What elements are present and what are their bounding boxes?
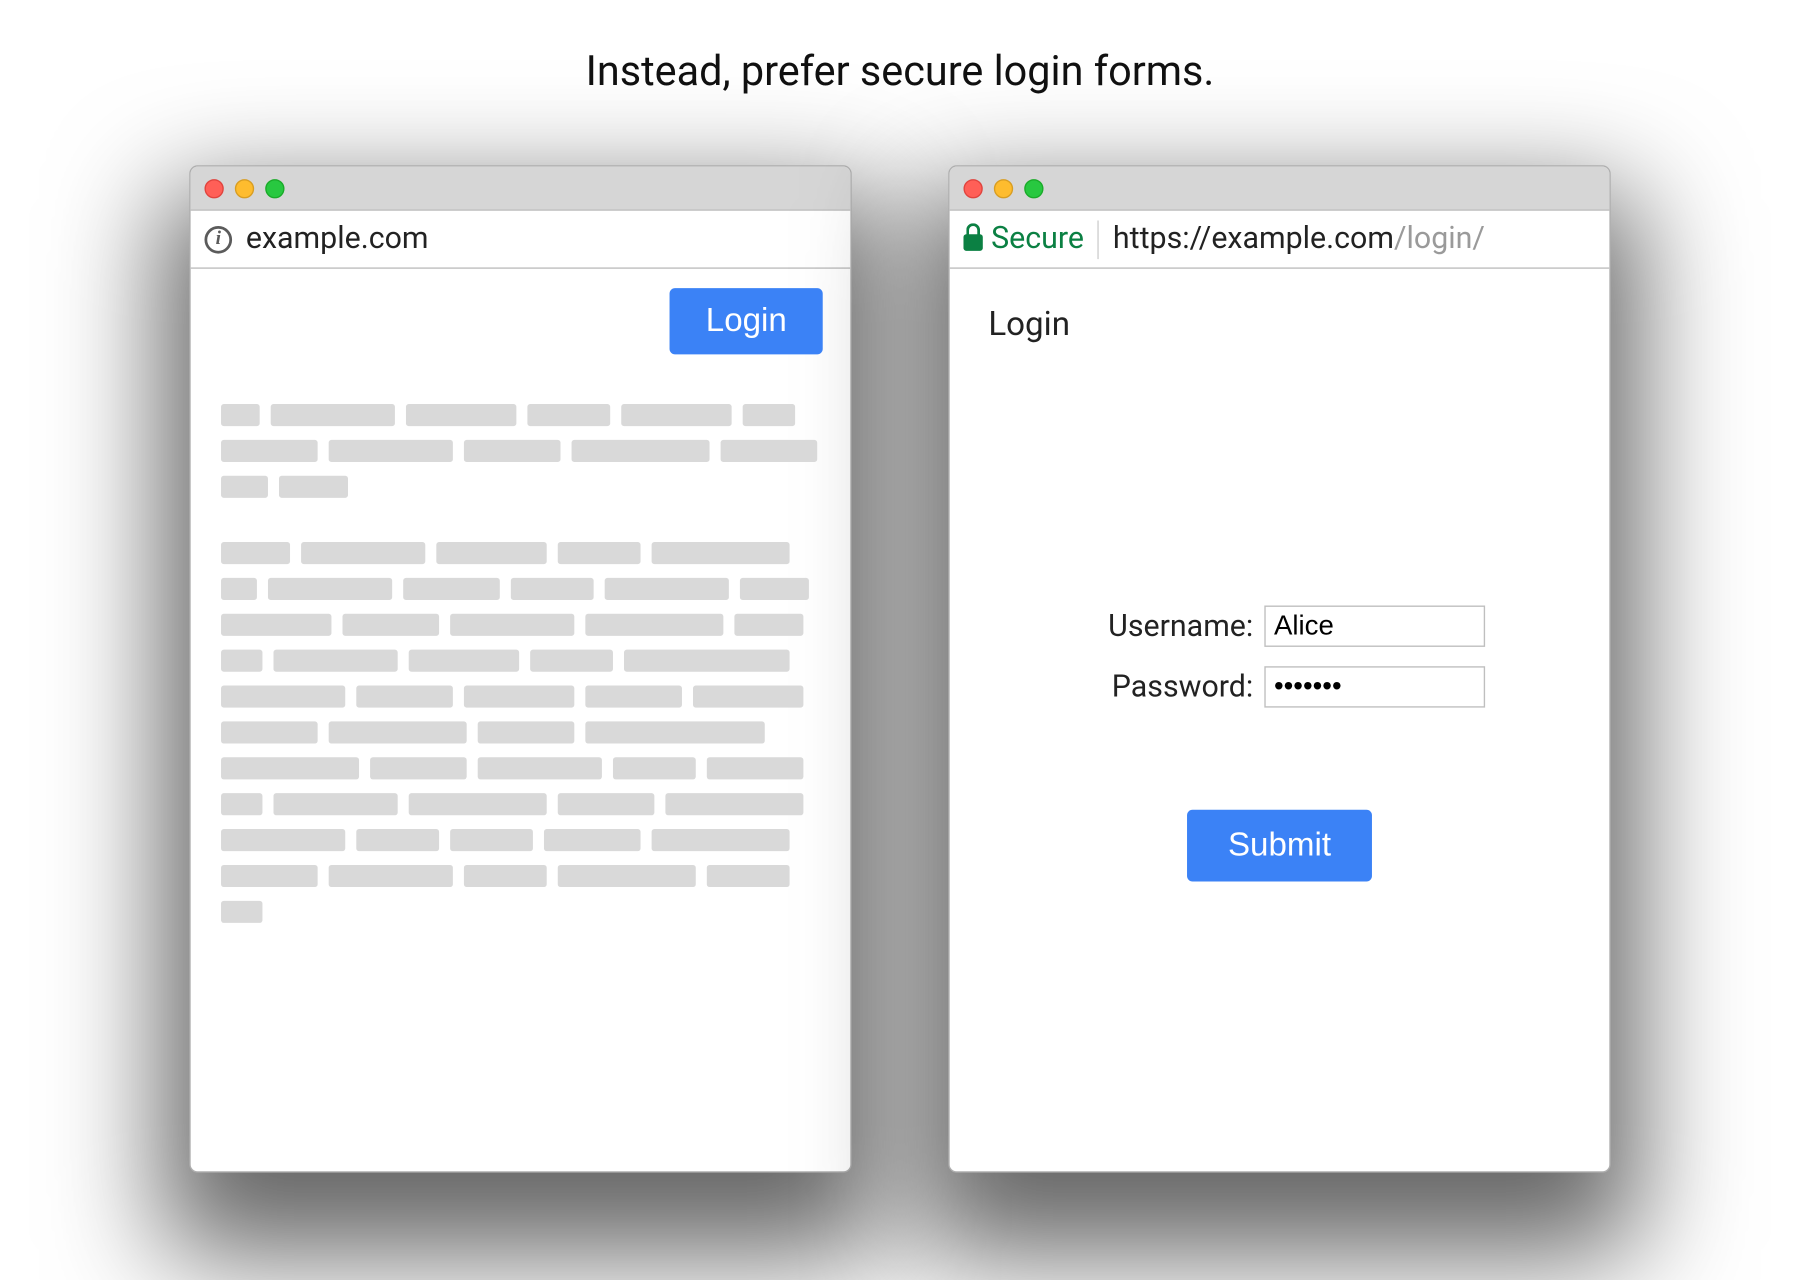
submit-button[interactable]: Submit — [1187, 810, 1373, 882]
close-icon[interactable] — [963, 178, 982, 197]
titlebar — [950, 167, 1610, 211]
login-button[interactable]: Login — [670, 288, 823, 354]
url-scheme: https:// — [1113, 222, 1211, 257]
secure-window: Secure https://example.com/login/ Login … — [948, 165, 1610, 1172]
password-label: Password: — [1074, 670, 1253, 705]
close-icon[interactable] — [204, 178, 223, 197]
info-icon[interactable]: i — [204, 225, 232, 253]
minimize-icon[interactable] — [994, 178, 1013, 197]
lock-icon — [963, 234, 982, 251]
url-path: /login/ — [1394, 222, 1485, 257]
login-heading: Login — [988, 305, 1579, 344]
secure-chip[interactable]: Secure — [963, 220, 1099, 259]
password-input[interactable] — [1264, 666, 1485, 707]
username-label: Username: — [1074, 609, 1253, 644]
address-bar[interactable]: Secure https://example.com/login/ — [950, 211, 1610, 269]
address-text: example.com — [246, 222, 429, 257]
placeholder-text — [221, 404, 820, 923]
page-content: Login Username: Password: Submit — [950, 269, 1610, 1172]
insecure-window: i example.com Login — [189, 165, 851, 1172]
url-host: example.com — [1211, 222, 1394, 257]
maximize-icon[interactable] — [265, 178, 284, 197]
username-input[interactable] — [1264, 606, 1485, 647]
titlebar — [191, 167, 851, 211]
page-content: Login — [191, 269, 851, 1172]
minimize-icon[interactable] — [235, 178, 254, 197]
maximize-icon[interactable] — [1024, 178, 1043, 197]
login-form: Username: Password: Submit — [980, 606, 1579, 882]
secure-label: Secure — [991, 222, 1084, 257]
address-bar[interactable]: i example.com — [191, 211, 851, 269]
caption-text: Instead, prefer secure login forms. — [3, 48, 1797, 96]
